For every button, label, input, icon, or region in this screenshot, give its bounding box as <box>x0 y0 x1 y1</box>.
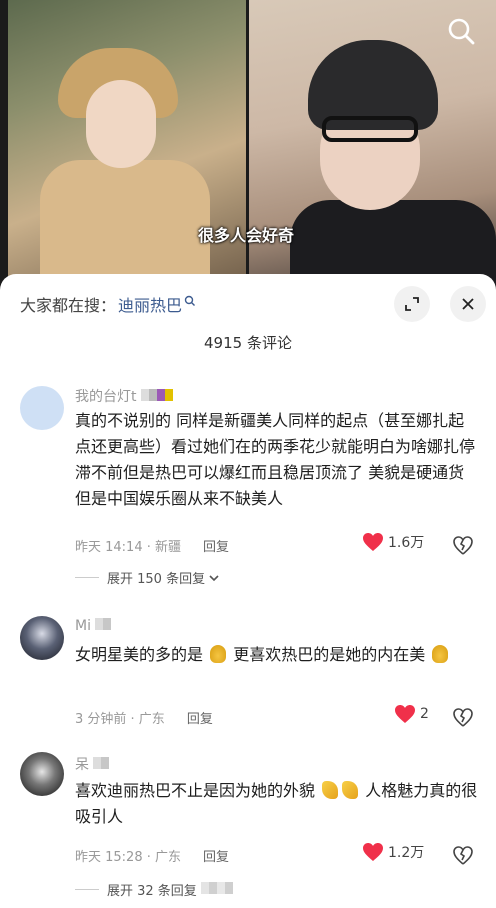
avatar[interactable] <box>20 752 64 796</box>
like-button[interactable]: 1.2万 <box>362 842 424 862</box>
person-left-face <box>86 80 156 168</box>
trending-search-keyword[interactable]: 迪丽热巴 <box>118 292 182 316</box>
comment-meta: 昨天 15:28 · 广东 回复 <box>75 850 230 865</box>
comment-author[interactable]: Mi <box>75 618 111 634</box>
person-left-body <box>40 160 210 290</box>
video-player[interactable]: 很多人会好奇 <box>0 0 496 290</box>
clapping-emoji-icon <box>342 781 359 799</box>
like-count: 1.2万 <box>388 845 425 861</box>
expand-sheet-button[interactable] <box>394 286 430 322</box>
reply-button[interactable]: 回复 <box>203 850 229 865</box>
search-icon[interactable] <box>446 16 476 46</box>
heart-icon <box>395 705 415 723</box>
redacted-username <box>140 389 173 405</box>
comment-sheet: 大家都在搜： 迪丽热巴 4915 条评论 我的台灯t 真的不说别的 同样是新疆美… <box>0 274 496 908</box>
clapping-emoji-icon <box>322 781 339 799</box>
close-button[interactable] <box>450 286 486 322</box>
dislike-icon[interactable] <box>452 844 474 866</box>
folded-hands-emoji-icon <box>432 645 449 663</box>
comment-item: 我的台灯t 真的不说别的 同样是新疆美人同样的起点（甚至娜扎起点还更高些）看过她… <box>0 382 496 592</box>
video-subtitle: 很多人会好奇 <box>198 226 295 245</box>
redacted-username <box>93 757 109 773</box>
comment-item: 呆 喜欢迪丽热巴不止是因为她的外貌 人格魅力真的很吸引人 昨天 15:28 · … <box>0 750 496 908</box>
comment-text: 女明星美的多的是 更喜欢热巴的是她的内在美 <box>75 642 480 668</box>
avatar[interactable] <box>20 616 64 660</box>
redacted-username <box>94 618 111 634</box>
heart-icon <box>363 533 383 551</box>
comment-meta: 3 分钟前 · 广东 回复 <box>75 712 213 727</box>
expand-replies-button[interactable]: 展开 32 条回复 <box>75 880 233 899</box>
comment-text: 喜欢迪丽热巴不止是因为她的外貌 人格魅力真的很吸引人 <box>75 781 478 826</box>
like-count: 2 <box>420 706 429 722</box>
watermark-mosaic <box>200 881 233 898</box>
heart-icon <box>363 843 383 861</box>
dislike-icon[interactable] <box>452 534 474 556</box>
folded-hands-emoji-icon <box>210 645 227 663</box>
avatar[interactable] <box>20 386 64 430</box>
divider-line <box>75 889 99 890</box>
like-button[interactable]: 2 <box>394 704 429 724</box>
comment-author[interactable]: 我的台灯t <box>75 386 173 406</box>
expand-replies-button[interactable]: 展开 150 条回复 <box>75 568 220 587</box>
comment-count: 4915 条评论 <box>204 334 292 352</box>
dislike-icon[interactable] <box>452 706 474 728</box>
trending-search-prefix: 大家都在搜： <box>20 296 117 315</box>
like-count: 1.6万 <box>388 535 425 551</box>
comment-item: Mi 女明星美的多的是 更喜欢热巴的是她的内在美 3 分钟前 · 广东 回复 2 <box>0 614 496 734</box>
comment-text: 真的不说别的 同样是新疆美人同样的起点（甚至娜扎起点还更高些）看过她们在的两季花… <box>75 411 476 508</box>
close-icon <box>462 298 474 310</box>
search-icon <box>184 295 196 306</box>
like-button[interactable]: 1.6万 <box>362 532 424 552</box>
expand-icon <box>405 297 419 311</box>
comment-meta: 昨天 14:14 · 新疆 回复 <box>75 540 230 555</box>
reply-button[interactable]: 回复 <box>187 712 213 727</box>
divider-line <box>75 577 99 578</box>
person-right-glasses <box>322 116 418 142</box>
comment-author[interactable]: 呆 <box>75 754 109 774</box>
trending-search[interactable]: 大家都在搜： 迪丽热巴 <box>20 292 196 316</box>
chevron-down-icon <box>209 574 219 581</box>
reply-button[interactable]: 回复 <box>203 540 229 555</box>
